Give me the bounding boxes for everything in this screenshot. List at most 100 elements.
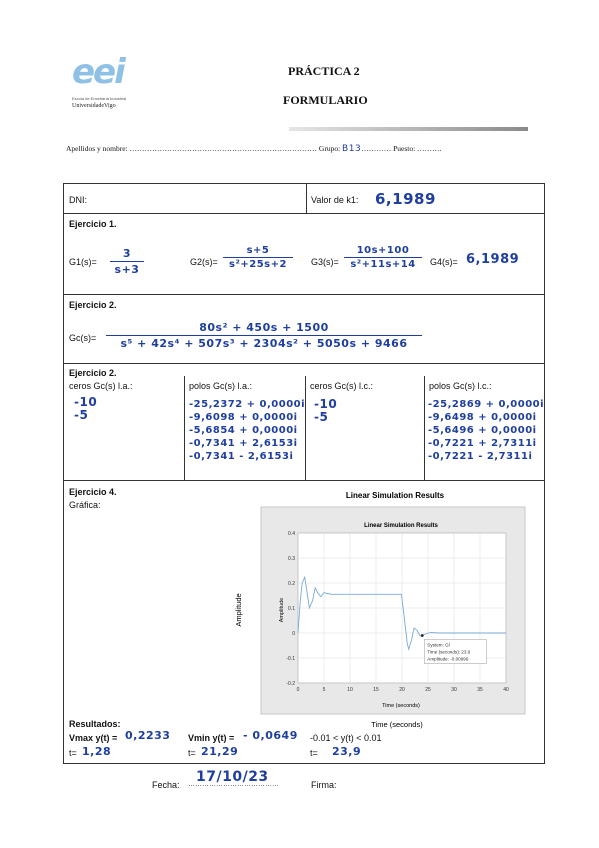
g1-denominator[interactable]: s+3 bbox=[110, 263, 144, 276]
chart-xtick-label: 40 bbox=[503, 687, 509, 693]
name-field[interactable]: ………………………………………………………………… bbox=[130, 144, 318, 153]
col-divider-3 bbox=[424, 376, 425, 481]
col-divider-1 bbox=[184, 376, 185, 481]
polos-lc-item: -0,7221 + 2,7311i bbox=[428, 438, 537, 449]
ceros-lc-list[interactable]: -10 -5 bbox=[314, 398, 337, 424]
chart-xtick-label: 35 bbox=[477, 687, 483, 693]
chart-outer-title: Linear Simulation Results bbox=[346, 491, 445, 500]
polos-la-item: -9,6098 + 0,0000i bbox=[189, 412, 298, 423]
chart-outer-xlabel: Time (seconds) bbox=[371, 720, 423, 729]
g2-denominator[interactable]: s²+25s+2 bbox=[223, 259, 293, 270]
poles-zeros-title: Ejercicio 2. bbox=[69, 368, 117, 378]
graph-label: Gráfica: bbox=[69, 500, 101, 510]
chart-datatip-text: Amplitude: -0.00999 bbox=[427, 656, 469, 661]
g1-numerator[interactable]: 3 bbox=[110, 247, 144, 260]
polos-lc-item: -9,6498 + 0,0000i bbox=[428, 412, 537, 423]
g1-label: G1(s)= bbox=[69, 257, 97, 267]
polos-la-label: polos Gc(s) l.a.: bbox=[189, 381, 253, 391]
simulation-chart: Linear Simulation Results Linear Simulat… bbox=[234, 491, 526, 729]
gc-denominator[interactable]: s⁵ + 42s⁴ + 507s³ + 2304s² + 5050s + 946… bbox=[106, 337, 422, 350]
chart-ytick-label: -0.1 bbox=[286, 656, 295, 662]
exercise-2-title: Ejercicio 2. bbox=[69, 300, 117, 310]
page-title: PRÁCTICA 2 bbox=[288, 64, 360, 78]
exercise-2-section: Ejercicio 2. Gc(s)= 80s² + 450s + 1500 s… bbox=[63, 294, 545, 364]
results-label: Resultados: bbox=[69, 719, 121, 729]
logo-university-text: UniversidadeVigo bbox=[72, 103, 116, 109]
chart-inner-title: Linear Simulation Results bbox=[364, 523, 438, 529]
ceros-lc-label: ceros Gc(s) l.c.: bbox=[310, 381, 374, 391]
chart-ytick-label: -0.2 bbox=[286, 681, 295, 687]
chart-datatip-text: System: Gl bbox=[427, 642, 449, 647]
g1-fraction: 3 s+3 bbox=[110, 247, 144, 276]
polos-lc-label: polos Gc(s) l.c.: bbox=[429, 381, 492, 391]
chart-xtick-label: 25 bbox=[425, 687, 431, 693]
chart-xtick-label: 30 bbox=[451, 687, 457, 693]
g2-fraction: s+5 s²+25s+2 bbox=[223, 245, 293, 270]
settle-label: -0.01 < y(t) < 0.01 bbox=[310, 733, 382, 743]
polos-la-item: -5,6854 + 0,0000i bbox=[189, 425, 298, 436]
group-value[interactable]: B13 bbox=[342, 144, 361, 154]
tmin-label: t= bbox=[188, 748, 196, 758]
g4-value[interactable]: 6,1989 bbox=[466, 252, 519, 267]
g4-label: G4(s)= bbox=[430, 257, 458, 267]
polos-lc-item: -5,6496 + 0,0000i bbox=[428, 425, 537, 436]
chart-xtick-label: 15 bbox=[373, 687, 379, 693]
date-label: Fecha: bbox=[152, 780, 180, 790]
page-subtitle: FORMULARIO bbox=[283, 93, 368, 107]
g3-numerator[interactable]: 10s+100 bbox=[344, 245, 422, 256]
ceros-lc-item: -5 bbox=[314, 410, 329, 424]
ceros-la-list[interactable]: -10 -5 bbox=[74, 396, 97, 422]
vmax-label: Vmax y(t) = bbox=[69, 733, 118, 743]
chart-ytick-label: 0.3 bbox=[288, 556, 295, 562]
polos-la-list[interactable]: -25,2372 + 0,0000i -9,6098 + 0,0000i -5,… bbox=[189, 398, 305, 463]
chart-ytick-label: 0 bbox=[292, 631, 295, 637]
g3-denominator[interactable]: s²+11s+14 bbox=[344, 259, 422, 270]
exercise-1-title: Ejercicio 1. bbox=[69, 219, 117, 229]
tmin-value[interactable]: 21,29 bbox=[201, 745, 238, 758]
chart-xtick-label: 0 bbox=[297, 687, 300, 693]
dni-cell: DNI: bbox=[63, 183, 307, 214]
chart-outer-ylabel: Amplitude bbox=[234, 593, 243, 626]
group-dots: ………… bbox=[361, 144, 392, 153]
ceros-la-item: -5 bbox=[74, 408, 89, 422]
header-divider bbox=[289, 127, 528, 131]
polos-lc-item: -0,7221 - 2,7311i bbox=[428, 451, 533, 462]
logo-school-text: Escola de Enxeñaría Industrial bbox=[72, 96, 127, 101]
signature-label: Firma: bbox=[311, 780, 337, 790]
vmin-value[interactable]: - 0,0649 bbox=[243, 729, 298, 742]
vmin-label: Vmin y(t) = bbox=[188, 733, 235, 743]
name-label: Apellidos y nombre: bbox=[66, 144, 128, 153]
gc-label: Gc(s)= bbox=[69, 333, 97, 343]
exercise-4-title: Ejercicio 4. bbox=[69, 487, 117, 497]
tsettle-label: t= bbox=[310, 748, 318, 758]
chart-inner-ylabel: Amplitude bbox=[279, 598, 285, 622]
dni-label: DNI: bbox=[69, 195, 87, 205]
seat-label: Puesto: bbox=[393, 144, 416, 153]
vmax-value[interactable]: 0,2233 bbox=[125, 729, 170, 742]
k1-value[interactable]: 6,1989 bbox=[375, 190, 436, 208]
chart-xtick-label: 10 bbox=[347, 687, 353, 693]
k1-cell: Valor de k1: 6,1989 bbox=[306, 183, 545, 214]
logo-mark: eei bbox=[72, 52, 126, 92]
polos-lc-item: -25,2869 + 0,0000i bbox=[428, 399, 545, 410]
chart-ytick-label: 0.1 bbox=[288, 606, 295, 612]
group-label: Grupo: bbox=[318, 144, 341, 153]
polos-la-item: -0,7341 + 2,6153i bbox=[189, 438, 298, 449]
tmax-value[interactable]: 1,28 bbox=[82, 745, 111, 758]
university-logo: eei Escola de Enxeñaría Industrial Unive… bbox=[70, 52, 150, 118]
polos-lc-list[interactable]: -25,2869 + 0,0000i -9,6498 + 0,0000i -5,… bbox=[428, 398, 544, 463]
tsettle-value[interactable]: 23,9 bbox=[332, 745, 361, 758]
ceros-la-label: ceros Gc(s) l.a.: bbox=[69, 381, 133, 391]
gc-numerator[interactable]: 80s² + 450s + 1500 bbox=[106, 321, 422, 334]
g2-numerator[interactable]: s+5 bbox=[223, 245, 293, 256]
polos-la-item: -25,2372 + 0,0000i bbox=[189, 399, 306, 410]
g3-label: G3(s)= bbox=[311, 257, 339, 267]
polos-la-item: -0,7341 - 2,6153i bbox=[189, 451, 294, 462]
seat-field[interactable]: ………. bbox=[417, 144, 441, 153]
chart-plot-area: 0 5 10 15 20 25 30 35 40 -0.2 -0.1 0 0.1 0.2 0.3 0.4 Sys… bbox=[286, 531, 509, 693]
chart-xtick-label: 20 bbox=[399, 687, 405, 693]
student-line: Apellidos y nombre: ……………………………………………………… bbox=[66, 144, 441, 154]
exercise-1-section: Ejercicio 1. G1(s)= 3 s+3 G2(s)= s+5 s²+… bbox=[63, 213, 545, 295]
chart-ytick-label: 0.4 bbox=[288, 531, 295, 537]
date-value[interactable]: 17/10/23 bbox=[196, 769, 269, 785]
